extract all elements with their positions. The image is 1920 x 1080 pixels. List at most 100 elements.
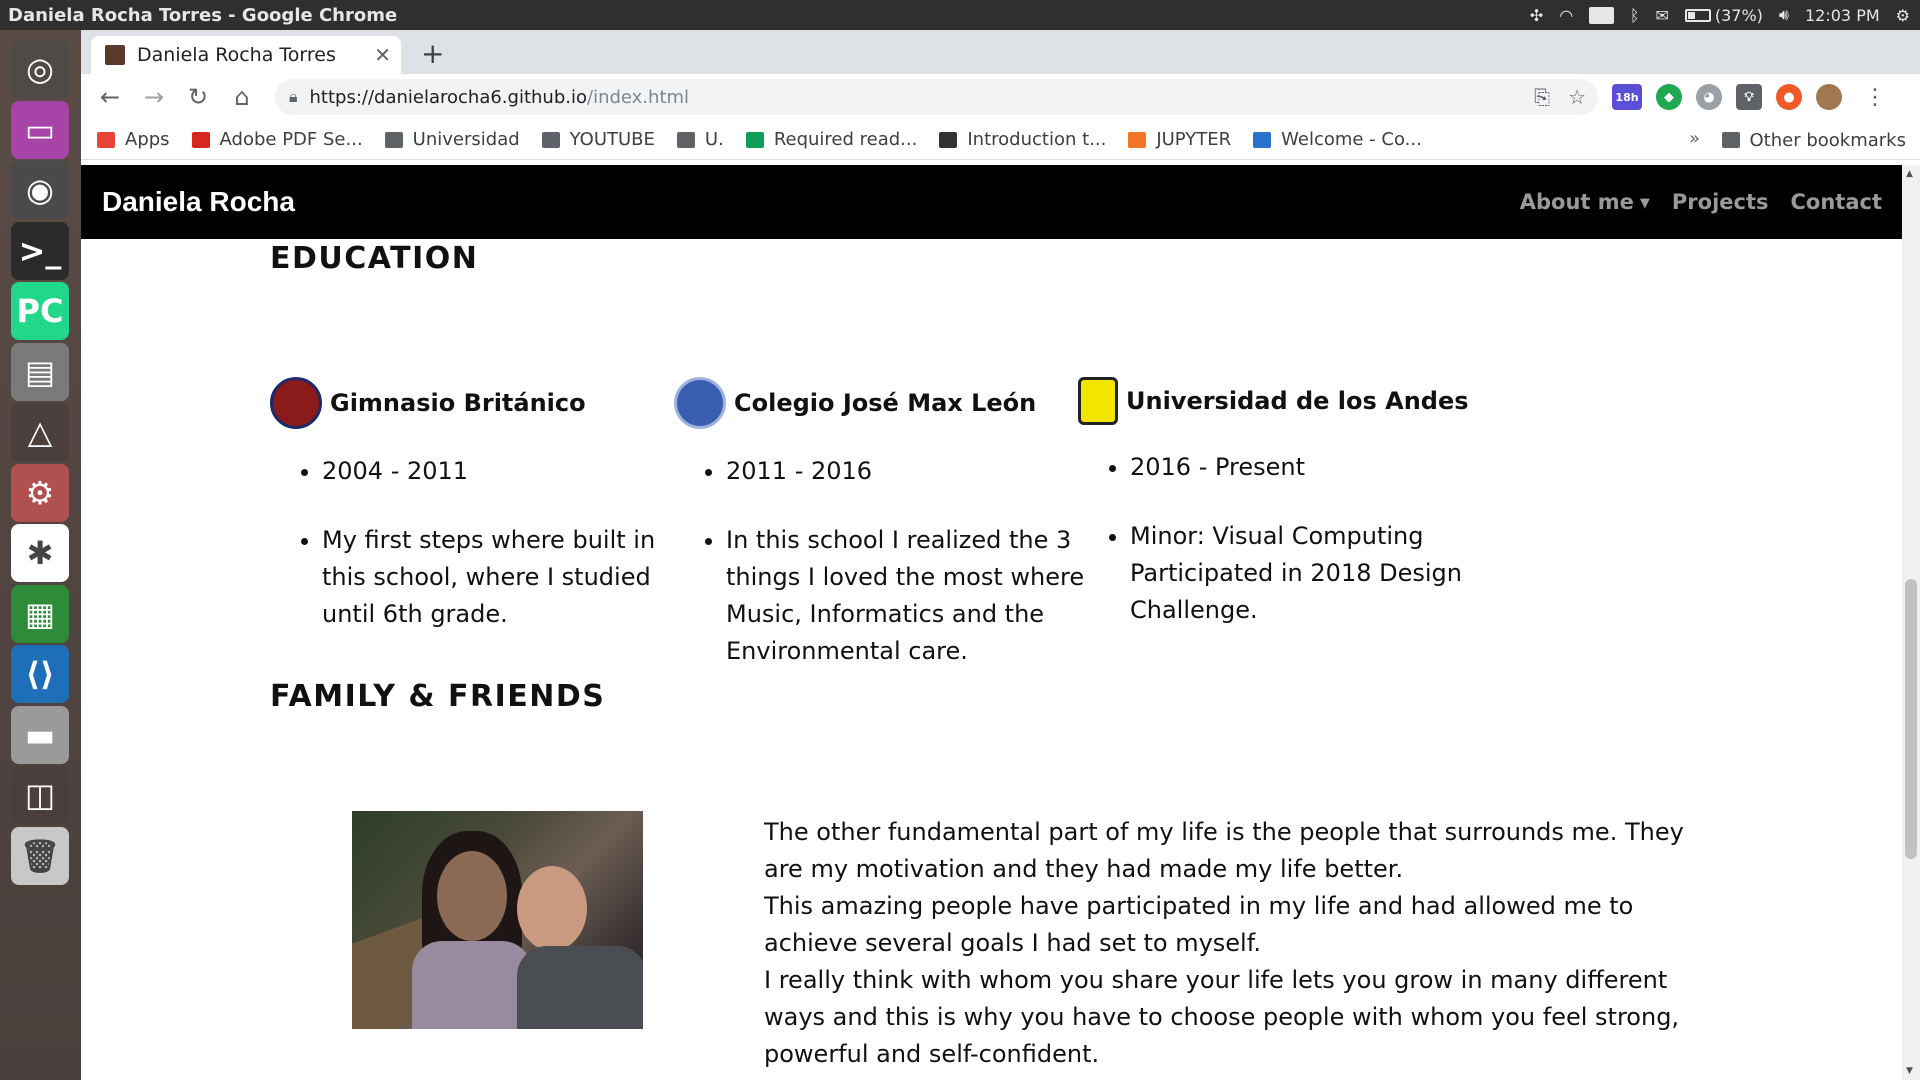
system-top-panel: Daniela Rocha Torres - Google Chrome ✣ ◠… — [0, 0, 1920, 30]
workspace-icon[interactable]: ◫ — [11, 766, 69, 824]
battery-level-fill — [1687, 11, 1696, 19]
profile-avatar[interactable] — [1816, 84, 1842, 110]
bookmark-item[interactable]: Required read... — [745, 129, 918, 150]
bookmarks-overflow-chevron-icon[interactable]: » — [1689, 128, 1700, 149]
nav-about-dropdown[interactable]: About me ▼ — [1520, 190, 1650, 214]
files-icon[interactable]: ▤ — [11, 342, 69, 401]
new-tab-plus-icon[interactable]: + — [421, 40, 444, 68]
green-extension-icon[interactable]: ◆ — [1656, 84, 1682, 110]
chrome-window: Daniela Rocha Torres ✕ + ← → ↻ ⌂ 🔒︎ http… — [81, 30, 1920, 1080]
slack-icon[interactable]: ✱ — [11, 524, 69, 582]
pycharm-icon[interactable]: PC — [11, 282, 69, 340]
web-page: Daniela Rocha About me ▼ Projects Contact… — [81, 165, 1902, 1080]
discord-extension-icon[interactable]: ◕ — [1696, 84, 1722, 110]
school-name: Universidad de los Andes — [1126, 387, 1469, 415]
trash-icon[interactable]: 🗑 — [11, 826, 69, 885]
keyboard-language-indicator[interactable]: Es — [1589, 6, 1614, 24]
trash-glyph: 🗑 — [19, 836, 61, 875]
family-paragraph-2: This amazing people have participated in… — [764, 892, 1634, 957]
files-glyph: ▤ — [24, 352, 56, 391]
terminal-icon[interactable]: >_ — [11, 221, 69, 280]
vscode-icon[interactable]: ⟨⟩ — [11, 645, 69, 703]
reload-icon[interactable]: ↻ — [179, 78, 217, 116]
chrome-menu-icon[interactable]: ⋮ — [1856, 78, 1894, 116]
url-host: https://danielarocha6.github.io — [309, 86, 587, 108]
disk-glyph: ▬ — [24, 715, 56, 754]
bookmark-item[interactable]: Adobe PDF Se... — [191, 129, 363, 150]
jupyter-icon — [1128, 131, 1147, 148]
window-app-glyph: ▭ — [24, 110, 56, 149]
power-gear-icon[interactable]: ⚙ — [1896, 6, 1910, 25]
bookmark-item[interactable]: YOUTUBE — [541, 129, 655, 150]
battery-indicator[interactable]: (37%) — [1684, 6, 1763, 25]
volume-icon[interactable]: 🔊︎ — [1779, 5, 1789, 25]
bookmark-label: U. — [704, 129, 724, 150]
family-paragraph-1: The other fundamental part of my life is… — [764, 818, 1684, 883]
bookmarks-bar: Apps Adobe PDF Se... Universidad YOUTUBE U. R… — [81, 120, 1920, 160]
bookmark-item[interactable]: JUPYTER — [1128, 129, 1231, 150]
spreadsheet-glyph: ▦ — [24, 594, 56, 633]
translate-icon[interactable]: ⎘ — [1534, 85, 1550, 109]
forward-arrow-icon[interactable]: → — [135, 78, 173, 116]
orange-extension-icon[interactable]: ● — [1776, 84, 1802, 110]
photo-face-left — [437, 851, 507, 941]
lock-icon[interactable]: 🔒︎ — [289, 87, 298, 107]
school-years: 2016 - Present — [1130, 449, 1498, 486]
slack-glyph: ✱ — [26, 534, 54, 572]
school-name: Gimnasio Británico — [330, 389, 586, 417]
school-years: 2011 - 2016 — [726, 453, 1094, 490]
time-tracker-extension-icon[interactable]: 18h — [1612, 84, 1642, 110]
other-bookmarks[interactable]: Other bookmarks — [1721, 120, 1906, 160]
bookmark-label: JUPYTER — [1156, 129, 1232, 150]
bookmark-label: Apps — [125, 129, 170, 150]
keep-extension-icon[interactable]: 💡︎ — [1736, 84, 1762, 110]
network-manager-icon[interactable]: ✣ — [1530, 6, 1543, 25]
page-scrollbar[interactable]: ▲ ▼ — [1902, 165, 1920, 1080]
vscode-glyph: ⟨⟩ — [25, 655, 55, 693]
nav-contact[interactable]: Contact — [1791, 190, 1883, 214]
home-icon[interactable]: ⌂ — [223, 78, 261, 116]
active-tab[interactable]: Daniela Rocha Torres ✕ — [91, 36, 401, 74]
workspace-glyph: ◫ — [24, 776, 56, 814]
nav-projects[interactable]: Projects — [1672, 190, 1769, 214]
photo-face-right — [517, 866, 587, 951]
settings-tool-icon[interactable]: ⚙ — [11, 463, 69, 522]
family-text: The other fundamental part of my life is… — [764, 814, 1724, 1073]
school-description: Minor: Visual Computing Participated in … — [1130, 518, 1498, 629]
design-app-icon[interactable]: △ — [11, 403, 69, 461]
scrollbar-thumb[interactable] — [1905, 579, 1917, 859]
education-column: Colegio José Max León 2011 - 2016 In this … — [674, 377, 1094, 702]
scroll-up-icon[interactable]: ▲ — [1906, 169, 1913, 179]
terminal-glyph: >_ — [18, 231, 62, 270]
bookmark-item[interactable]: Apps — [97, 129, 170, 150]
bookmark-star-icon[interactable]: ☆ — [1568, 85, 1586, 109]
bluetooth-icon[interactable]: ᛒ — [1630, 6, 1640, 25]
green-plus-icon — [745, 131, 764, 148]
bookmark-item[interactable]: U. — [676, 129, 724, 150]
nav-about-label: About me — [1519, 190, 1634, 214]
school-logo-icon — [270, 377, 322, 429]
wifi-icon[interactable]: ◠ — [1559, 6, 1573, 25]
apps-grid-icon — [97, 131, 115, 148]
spreadsheet-icon[interactable]: ▦ — [11, 584, 69, 643]
school-name: Colegio José Max León — [734, 389, 1037, 417]
close-tab-icon[interactable]: ✕ — [374, 43, 391, 67]
chrome-icon[interactable]: ◉ — [11, 161, 69, 219]
chrome-glyph: ◉ — [26, 171, 54, 209]
mail-icon[interactable]: ✉ — [1655, 6, 1668, 25]
scroll-down-icon[interactable]: ▼ — [1906, 1066, 1913, 1076]
disk-icon[interactable]: ▬ — [11, 705, 69, 764]
address-bar[interactable]: 🔒︎ https://danielarocha6.github.io /inde… — [275, 79, 1598, 115]
bookmark-label: Required read... — [773, 129, 918, 150]
bookmark-item[interactable]: Universidad — [384, 129, 520, 150]
family-photo — [352, 811, 643, 1029]
back-arrow-icon[interactable]: ← — [91, 78, 129, 116]
ubuntu-dash-icon[interactable]: ◎ — [11, 40, 69, 98]
window-app-icon[interactable]: ▭ — [11, 100, 69, 159]
site-brand[interactable]: Daniela Rocha — [102, 186, 1520, 218]
family-heading: FAMILY & FRIENDS — [270, 679, 606, 714]
bookmark-item[interactable]: Welcome - Co... — [1253, 129, 1422, 150]
clock[interactable]: 12:03 PM — [1805, 6, 1880, 25]
extensions-area: 18h ◆ ◕ 💡︎ ● ⋮ — [1612, 78, 1894, 116]
bookmark-item[interactable]: Introduction t... — [939, 129, 1106, 150]
